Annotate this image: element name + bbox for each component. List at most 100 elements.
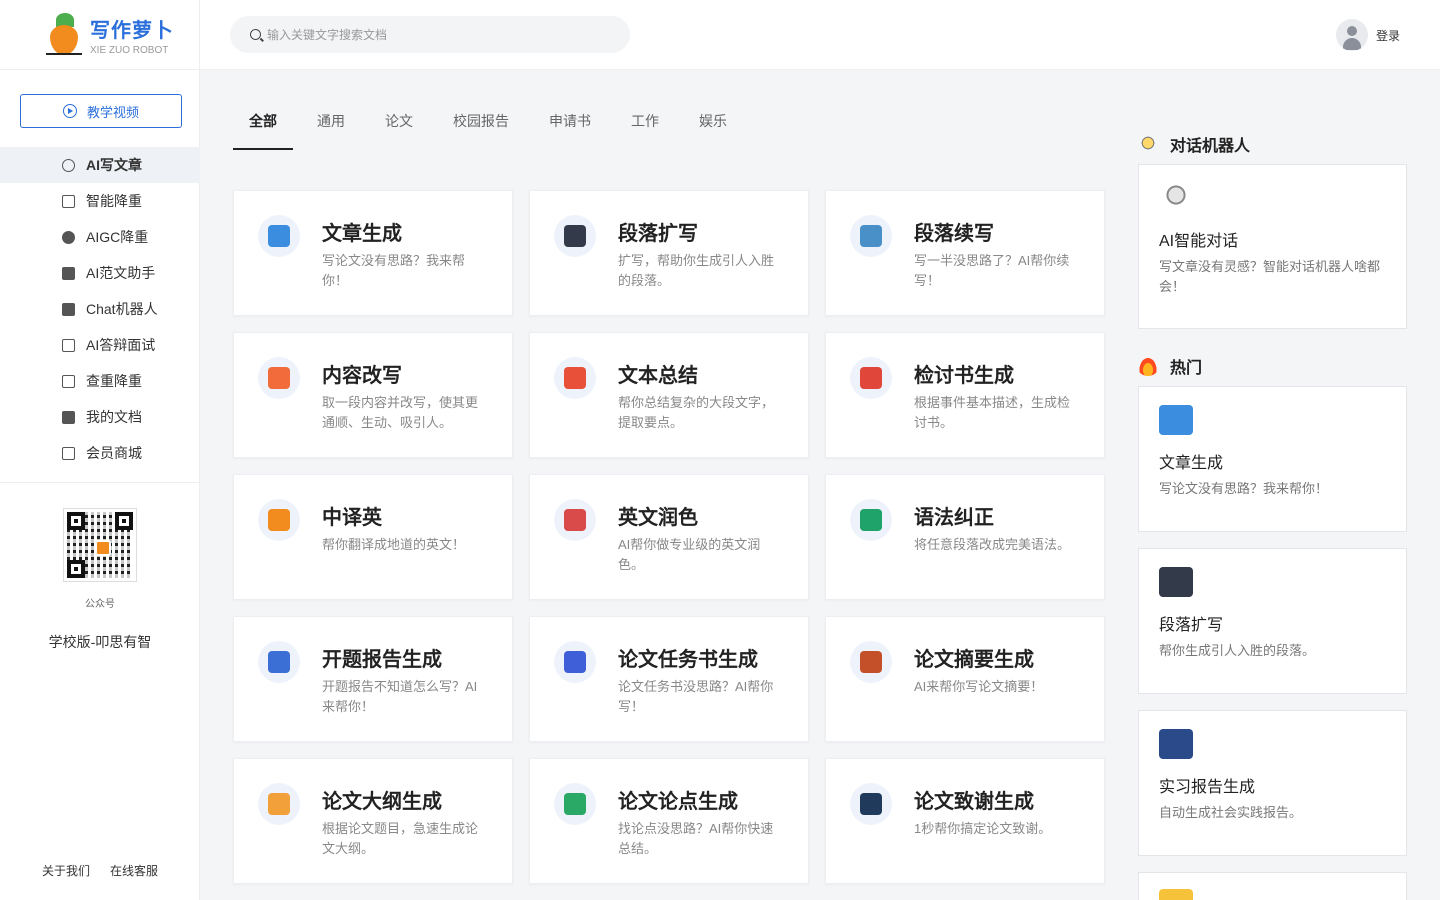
sidebar-item-check-reduce[interactable]: 查重降重: [0, 363, 200, 399]
tool-card[interactable]: 文本总结 帮你总结复杂的大段文字，提取要点。: [529, 332, 809, 458]
login-area[interactable]: 登录: [1336, 19, 1400, 51]
hot-section-label: 热门: [1170, 360, 1203, 377]
hot-card-title: 文章生成: [1159, 455, 1224, 472]
tool-card-title: 英文润色: [618, 507, 698, 529]
hot-card-article[interactable]: 文章生成 写论文没有思路？我来帮你！: [1138, 386, 1407, 532]
tool-card-desc: 根据论文题目，急速生成论文大纲。: [322, 821, 479, 856]
sidebar-item-smart-reduce[interactable]: 智能降重: [0, 183, 200, 219]
tab-general[interactable]: 通用: [301, 98, 361, 150]
logo[interactable]: 写作萝卜 XIE ZUO ROBOT: [0, 0, 199, 70]
tool-card[interactable]: 论文论点生成找论点没思路？AI帮你快速总结。: [529, 758, 809, 884]
sidebar-item-chat-robot[interactable]: Chat机器人: [0, 291, 200, 327]
check-icon: [62, 374, 75, 388]
tab-application[interactable]: 申请书: [533, 98, 607, 150]
sidebar-item-label: Chat机器人: [86, 301, 158, 317]
sidebar-nav: AI写文章 智能降重 AIGC降重 AI范文助手 Chat机器人 AI答辩面试 …: [0, 147, 200, 471]
robot-section-title: 对话机器人: [1138, 132, 1250, 156]
sidebar-divider: [0, 482, 200, 483]
tab-campus-report[interactable]: 校园报告: [437, 98, 525, 150]
tool-card-title: 论文大纲生成: [322, 791, 442, 813]
internship-report-icon: [1159, 729, 1193, 759]
hot-card-desc: 帮你生成引人入胜的段落。: [1159, 643, 1316, 658]
main-content: 全部 通用 论文 校园报告 申请书 工作 娱乐 文章生成 写论文没有思路？我来帮你…: [200, 70, 1120, 900]
sidebar-item-member-shop[interactable]: 会员商城: [0, 435, 200, 471]
carrot-logo-icon: [46, 12, 82, 57]
tool-card[interactable]: 段落续写 写一半没思路了？AI帮你续写！: [825, 190, 1105, 316]
hot-card-title: 段落扩写: [1159, 617, 1224, 634]
hot-card-desc: 写论文没有思路？我来帮你！: [1159, 481, 1329, 496]
search-icon: [250, 29, 261, 40]
tool-card-icon: [850, 499, 892, 541]
search-input[interactable]: [267, 27, 607, 42]
robot-section-label: 对话机器人: [1170, 138, 1251, 155]
login-link[interactable]: 登录: [1376, 27, 1400, 44]
tool-card[interactable]: 文章生成 写论文没有思路？我来帮你！: [233, 190, 513, 316]
ai-chat-card[interactable]: AI智能对话 写文章没有灵感？智能对话机器人啥都会！: [1138, 164, 1407, 329]
tool-card-icon: [258, 215, 300, 257]
tutorial-video-button[interactable]: 教学视频: [20, 94, 182, 128]
logo-subtitle: XIE ZUO ROBOT: [90, 44, 169, 56]
ai-chat-desc: 写文章没有灵感？智能对话机器人啥都会！: [1159, 259, 1381, 294]
category-tabs: 全部 通用 论文 校园报告 申请书 工作 娱乐: [233, 98, 751, 150]
sidebar-item-label: AIGC降重: [86, 229, 149, 245]
tab-all[interactable]: 全部: [233, 98, 293, 150]
tool-card-desc: 取一段内容并改写，使其更通顺、生动、吸引人。: [322, 395, 479, 430]
tool-card-icon: [554, 783, 596, 825]
tool-card-desc: AI帮你做专业级的英文润色。: [618, 537, 761, 572]
online-service-link[interactable]: 在线客服: [110, 862, 158, 879]
sidebar-item-ai-write[interactable]: AI写文章: [0, 147, 200, 183]
tool-card-icon: [850, 641, 892, 683]
tool-card[interactable]: 论文任务书生成 论文任务书没思路？AI帮你写！: [529, 616, 809, 742]
tool-card-title: 内容改写: [322, 365, 402, 387]
ai-write-icon: [62, 158, 75, 172]
sidebar-item-sample-assistant[interactable]: AI范文助手: [0, 255, 200, 291]
wechat-qr-code: [63, 508, 137, 582]
fire-icon: [1138, 356, 1158, 376]
tool-card[interactable]: 论文大纲生成根据论文题目，急速生成论文大纲。: [233, 758, 513, 884]
tool-card[interactable]: 语法纠正 将任意段落改成完美语法。: [825, 474, 1105, 600]
tab-work[interactable]: 工作: [615, 98, 675, 150]
tool-card-icon: [554, 357, 596, 399]
chat-robot-icon: [1159, 183, 1193, 213]
school-edition-link[interactable]: 学校版-叩思有智: [0, 632, 200, 652]
tool-card[interactable]: 论文摘要生成 AI来帮你写论文摘要！: [825, 616, 1105, 742]
tool-card-desc: 找论点没思路？AI帮你快速总结。: [618, 821, 774, 856]
tool-card-icon: [850, 357, 892, 399]
tab-thesis[interactable]: 论文: [369, 98, 429, 150]
tool-card-title: 论文论点生成: [618, 791, 738, 813]
tool-card-icon: [850, 215, 892, 257]
sidebar-item-label: AI范文助手: [86, 265, 156, 281]
sidebar-item-label: AI写文章: [86, 157, 142, 173]
tool-card[interactable]: 开题报告生成 开题报告不知道怎么写？AI来帮你！: [233, 616, 513, 742]
tool-card[interactable]: 检讨书生成 根据事件基本描述，生成检讨书。: [825, 332, 1105, 458]
tool-card-title: 段落续写: [914, 223, 994, 245]
tool-card-title: 论文致谢生成: [914, 791, 1034, 813]
hot-card-internship[interactable]: 实习报告生成 自动生成社会实践报告。: [1138, 710, 1407, 856]
hot-card-expand[interactable]: 段落扩写 帮你生成引人入胜的段落。: [1138, 548, 1407, 694]
sidebar-item-aigc-reduce[interactable]: AIGC降重: [0, 219, 200, 255]
tool-card[interactable]: 段落扩写 扩写，帮助你生成引人入胜的段落。: [529, 190, 809, 316]
tool-card[interactable]: 英文润色 AI帮你做专业级的英文润色。: [529, 474, 809, 600]
tool-card-title: 语法纠正: [914, 507, 994, 529]
tool-card[interactable]: 内容改写取一段内容并改写，使其更通顺、生动、吸引人。: [233, 332, 513, 458]
tool-card-title: 论文任务书生成: [618, 649, 758, 671]
folder-icon: [62, 410, 75, 424]
tool-card-icon: [554, 641, 596, 683]
tab-entertainment[interactable]: 娱乐: [683, 98, 743, 150]
tool-card-title: 文章生成: [322, 223, 402, 245]
footer-links: 关于我们 在线客服: [0, 862, 200, 879]
qr-label: 公众号: [85, 599, 115, 610]
tool-card-title: 开题报告生成: [322, 649, 442, 671]
sidebar-item-my-docs[interactable]: 我的文档: [0, 399, 200, 435]
tool-card[interactable]: 中译英 帮你翻译成地道的英文！: [233, 474, 513, 600]
tool-card[interactable]: 论文致谢生成 1秒帮你搞定论文致谢。: [825, 758, 1105, 884]
hot-card-partial[interactable]: [1138, 872, 1407, 900]
article-gen-icon: [1159, 405, 1193, 435]
search-bar[interactable]: [230, 16, 630, 53]
about-us-link[interactable]: 关于我们: [42, 862, 90, 879]
reduce-icon: [62, 194, 75, 208]
logo-title: 写作萝卜: [90, 19, 174, 42]
tool-card-icon: [850, 783, 892, 825]
user-avatar-icon[interactable]: [1336, 19, 1368, 51]
sidebar-item-interview[interactable]: AI答辩面试: [0, 327, 200, 363]
